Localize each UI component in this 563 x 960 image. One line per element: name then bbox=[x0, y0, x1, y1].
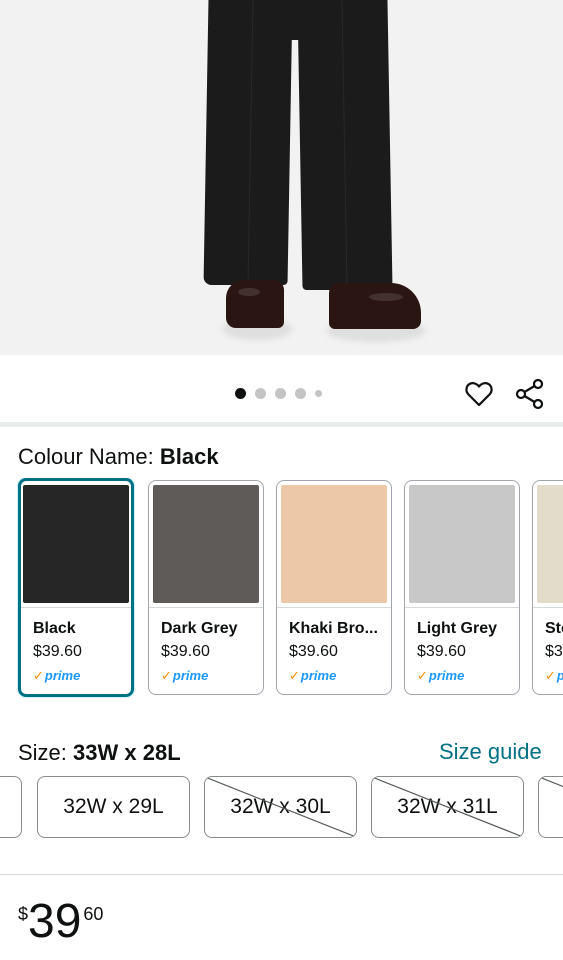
colour-option-price: $39.60 bbox=[289, 643, 338, 660]
image-shoe-left bbox=[226, 280, 284, 328]
size-option[interactable] bbox=[0, 776, 22, 838]
pager-dot[interactable] bbox=[255, 388, 266, 399]
size-option-label: 32W x 29L bbox=[63, 795, 164, 818]
image-pager[interactable] bbox=[235, 388, 322, 399]
size-label: Size: 33W x 28L bbox=[18, 740, 181, 766]
colour-option-light-grey[interactable]: Light Grey $39.60 ✓prime bbox=[404, 480, 520, 695]
check-icon: ✓ bbox=[545, 668, 556, 683]
image-trouser-leg-right bbox=[297, 0, 393, 290]
size-option[interactable] bbox=[538, 776, 563, 838]
unavailable-strike bbox=[539, 777, 563, 788]
colour-option-price: $3 bbox=[545, 643, 563, 660]
colour-selected-value: Black bbox=[159, 444, 219, 469]
size-guide-link[interactable]: Size guide bbox=[439, 739, 542, 765]
heart-icon bbox=[465, 382, 493, 407]
pager-dot[interactable] bbox=[275, 388, 286, 399]
prime-badge: ✓prime bbox=[289, 668, 337, 683]
prime-badge: ✓prime bbox=[33, 668, 81, 683]
size-option-32w-29l[interactable]: 32W x 29L bbox=[37, 776, 190, 838]
share-icon bbox=[515, 378, 544, 410]
prime-badge: ✓prime bbox=[417, 668, 465, 683]
share-button[interactable] bbox=[514, 378, 546, 410]
price-whole: 39 bbox=[28, 895, 82, 948]
colour-option-price: $39.60 bbox=[33, 643, 82, 660]
colour-swatch-list[interactable]: Black $39.60 ✓prime Dark Grey $39.60 ✓pr… bbox=[0, 478, 563, 700]
price-currency: $ bbox=[18, 904, 29, 924]
product-image[interactable] bbox=[0, 0, 563, 355]
colour-swatch bbox=[153, 485, 259, 603]
colour-swatch bbox=[409, 485, 515, 603]
size-option-list[interactable]: 32W x 29L 32W x 30L 32W x 31L bbox=[0, 776, 563, 840]
colour-option-price: $39.60 bbox=[161, 643, 210, 660]
check-icon: ✓ bbox=[289, 668, 300, 683]
colour-option-name: Light Grey bbox=[417, 620, 498, 637]
colour-option-name: Black bbox=[33, 620, 76, 637]
prime-badge: ✓pr bbox=[533, 661, 563, 684]
colour-option-price: $39.60 bbox=[417, 643, 466, 660]
size-option-32w-30l[interactable]: 32W x 30L bbox=[204, 776, 357, 838]
pager-dot[interactable] bbox=[295, 388, 306, 399]
colour-swatch bbox=[23, 485, 129, 603]
colour-option-name: Khaki Bro... bbox=[289, 620, 378, 637]
prime-badge: ✓prime bbox=[161, 668, 209, 683]
product-price: $ 39 60 bbox=[18, 896, 103, 948]
check-icon: ✓ bbox=[417, 668, 428, 683]
colour-option-stone[interactable]: Sto $3 ✓pr bbox=[532, 480, 563, 695]
colour-label-text: Colour Name: bbox=[18, 444, 154, 469]
size-option-32w-31l[interactable]: 32W x 31L bbox=[371, 776, 524, 838]
pager-dot[interactable] bbox=[315, 390, 322, 397]
check-icon: ✓ bbox=[33, 668, 44, 683]
unavailable-strike bbox=[372, 777, 523, 837]
colour-option-black[interactable]: Black $39.60 ✓prime bbox=[18, 478, 134, 697]
image-shoe-right bbox=[329, 283, 421, 329]
wishlist-button[interactable] bbox=[464, 379, 494, 409]
colour-swatch bbox=[537, 485, 563, 603]
colour-option-khaki-brown[interactable]: Khaki Bro... $39.60 ✓prime bbox=[276, 480, 392, 695]
colour-option-name: Sto bbox=[545, 620, 563, 637]
price-fraction: 60 bbox=[83, 904, 104, 924]
colour-label: Colour Name: Black bbox=[18, 444, 219, 470]
colour-option-name: Dark Grey bbox=[161, 620, 238, 637]
size-selected-value: 33W x 28L bbox=[73, 740, 181, 765]
section-divider bbox=[0, 874, 563, 875]
colour-swatch bbox=[281, 485, 387, 603]
size-label-text: Size: bbox=[18, 740, 67, 765]
section-divider bbox=[0, 422, 563, 427]
colour-option-dark-grey[interactable]: Dark Grey $39.60 ✓prime bbox=[148, 480, 264, 695]
image-trouser-leg-left bbox=[203, 0, 293, 285]
pager-dot-active[interactable] bbox=[235, 388, 246, 399]
unavailable-strike bbox=[205, 777, 356, 837]
check-icon: ✓ bbox=[161, 668, 172, 683]
